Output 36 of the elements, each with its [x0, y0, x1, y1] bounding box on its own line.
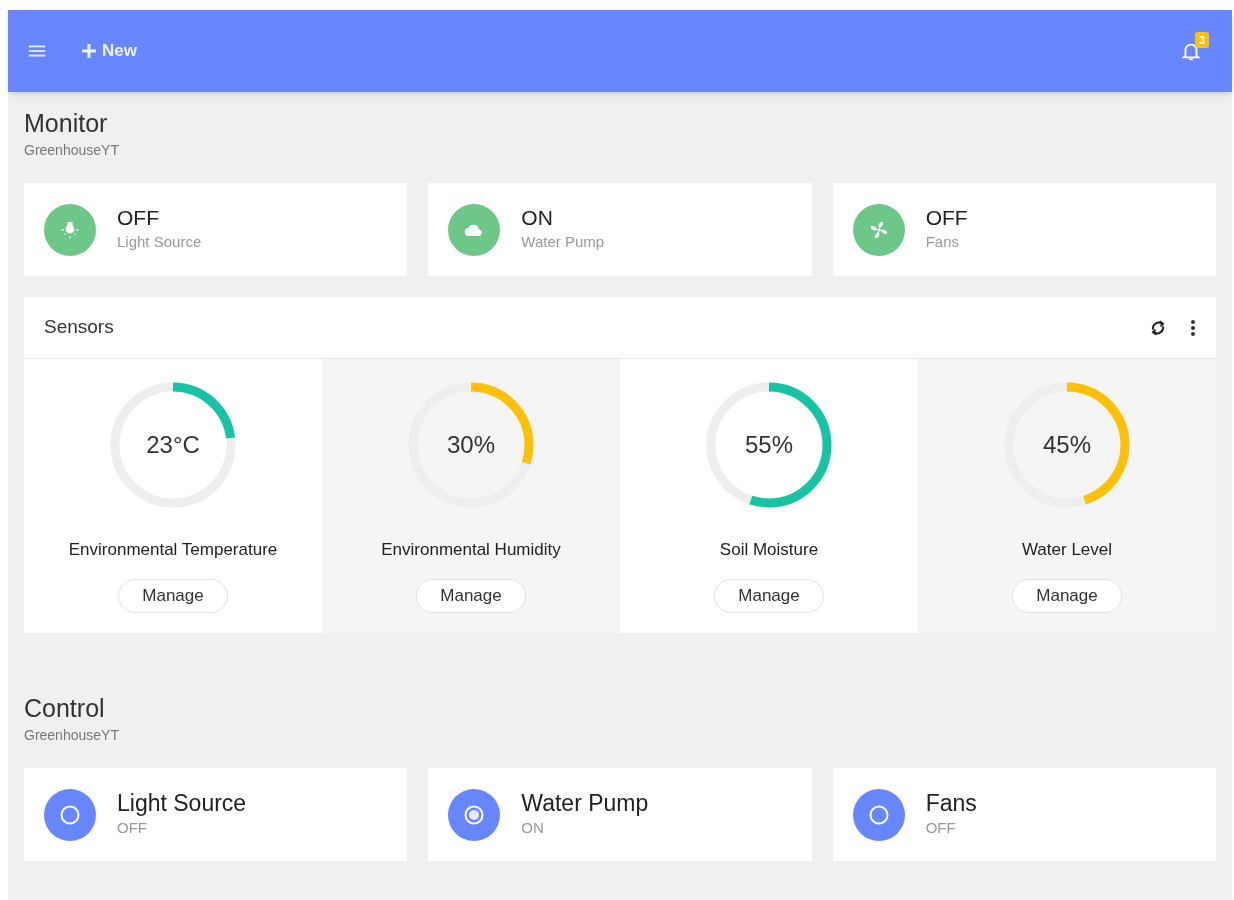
plus-icon [82, 44, 96, 58]
sensor-label: Soil Moisture [719, 539, 819, 561]
radio-off-icon [60, 804, 80, 825]
status-label: Water Pump [521, 232, 605, 253]
control-label: Water Pump [521, 789, 649, 818]
status-value: OFF [925, 205, 968, 232]
toggle-button[interactable] [44, 788, 96, 841]
section-title: Control [24, 693, 106, 723]
radio-off-icon [868, 804, 889, 825]
radio-on-icon [464, 804, 485, 825]
gauge-reading: 55% [744, 430, 793, 460]
section-title: Monitor [24, 108, 109, 138]
manage-button[interactable]: Manage [118, 578, 228, 613]
sensor-label: Water Level [1021, 539, 1113, 561]
control-status: OFF [925, 818, 957, 839]
control-status: ON [521, 818, 545, 839]
manage-button[interactable]: Manage [1012, 578, 1122, 613]
gauge-reading: 30% [446, 430, 495, 460]
status-value: ON [521, 205, 554, 232]
section-subtitle: GreenhouseYT [24, 726, 120, 745]
card-title: Sensors [44, 315, 114, 340]
manage-button[interactable]: Manage [714, 578, 824, 613]
more-icon[interactable] [1190, 318, 1196, 337]
notification-badge: 3 [1195, 32, 1210, 48]
control-status: OFF [117, 818, 148, 839]
status-value: OFF [117, 205, 160, 232]
control-label: Light Source [117, 789, 247, 818]
sensor-label: Environmental Temperature [68, 539, 278, 561]
gauge-reading: 23°C [146, 430, 200, 460]
status-label: Light Source [117, 232, 202, 253]
gauge-reading: 45% [1042, 430, 1091, 460]
manage-button[interactable]: Manage [416, 578, 526, 613]
status-label: Fans [925, 232, 960, 253]
control-label: Fans [925, 789, 977, 818]
section-subtitle: GreenhouseYT [24, 141, 120, 160]
sensor-label: Environmental Humidity [381, 539, 561, 561]
